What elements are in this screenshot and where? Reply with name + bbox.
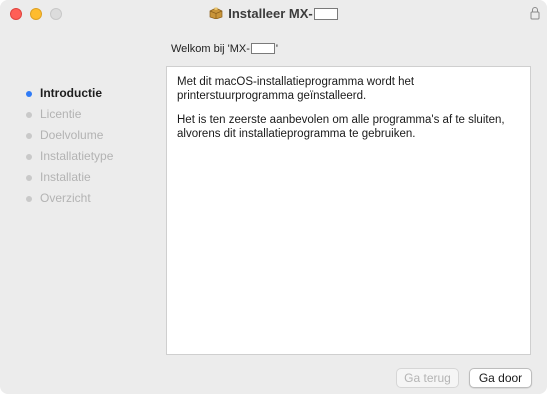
intro-paragraph: Met dit macOS-installatieprogramma wordt… <box>177 76 415 102</box>
step-label: Installatie <box>40 170 91 184</box>
step-introductie: Introductie <box>26 83 113 104</box>
step-installatie: Installatie <box>26 167 113 188</box>
redacted-model-name <box>313 8 338 20</box>
package-icon <box>209 7 223 19</box>
step-bullet-icon <box>26 175 32 181</box>
step-bullet-icon <box>26 196 32 202</box>
page-heading-suffix: ' <box>275 43 279 55</box>
step-label: Installatietype <box>40 149 114 163</box>
step-overzicht: Overzicht <box>26 188 113 209</box>
continue-button[interactable]: Ga door <box>469 368 532 388</box>
step-bullet-icon <box>26 91 32 97</box>
redacted-model-name <box>250 43 275 54</box>
window-title-text: Installeer MX- <box>228 6 313 21</box>
step-bullet-icon <box>26 112 32 118</box>
title-bar[interactable]: Installeer MX- <box>0 0 547 28</box>
page-heading: Welkom bij 'MX- ' <box>171 43 278 55</box>
content-panel[interactable]: Met dit macOS-installatieprogramma wordt… <box>166 66 531 355</box>
installer-window: Installeer MX- Welkom bij 'MX- ' Introduc… <box>0 0 547 394</box>
lock-icon <box>530 7 540 20</box>
step-installatietype: Installatietype <box>26 146 113 167</box>
back-button[interactable]: Ga terug <box>396 368 459 388</box>
window-title: Installeer MX- <box>0 6 547 21</box>
step-label: Licentie <box>40 107 82 121</box>
step-label: Introductie <box>40 86 102 100</box>
page-heading-prefix: Welkom bij 'MX- <box>171 43 250 55</box>
step-bullet-icon <box>26 154 32 160</box>
step-licentie: Licentie <box>26 104 113 125</box>
step-doelvolume: Doelvolume <box>26 125 113 146</box>
installer-steps: Introductie Licentie Doelvolume Installa… <box>26 83 113 209</box>
step-label: Doelvolume <box>40 128 104 142</box>
step-bullet-icon <box>26 133 32 139</box>
advice-paragraph: Het is ten zeerste aanbevolen om alle pr… <box>177 114 505 140</box>
step-label: Overzicht <box>40 191 91 205</box>
